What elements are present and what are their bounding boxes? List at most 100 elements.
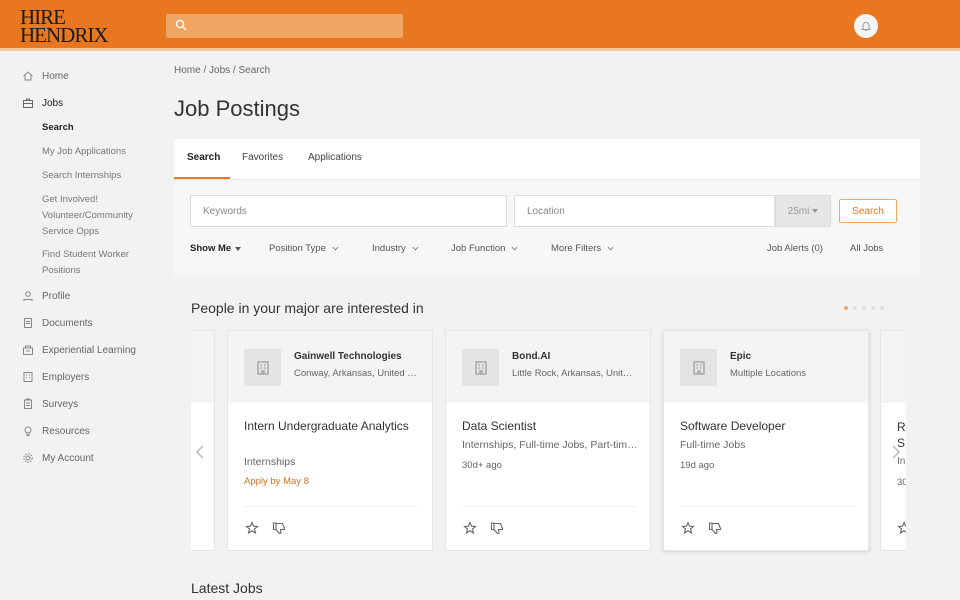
sidebar-item-label: Resources: [42, 425, 90, 437]
filter-label: Show Me: [190, 243, 232, 254]
filter-label: Position Type: [269, 243, 326, 254]
sidebar-item-label: Surveys: [42, 398, 79, 410]
location-input[interactable]: [514, 195, 775, 227]
sidebar-item-my-account[interactable]: My Account: [22, 449, 94, 467]
filter-job-function[interactable]: Job Function: [451, 243, 518, 254]
filter-show-me[interactable]: Show Me: [190, 243, 242, 254]
job-card[interactable]: Bond.AI Little Rock, Arkansas, United St…: [445, 330, 651, 551]
filter-label: Industry: [372, 243, 406, 254]
star-icon[interactable]: [897, 521, 906, 535]
global-search[interactable]: [166, 14, 403, 38]
employer-logo: [244, 349, 281, 386]
all-jobs-link[interactable]: All Jobs: [850, 243, 883, 254]
sidebar-item-label: Jobs: [42, 97, 64, 109]
search-button[interactable]: Search: [839, 199, 897, 223]
section-title: People in your major are interested in: [191, 300, 424, 316]
filter-area: 25mi Search Show Me Position Type Indust…: [174, 180, 920, 276]
carousel-pagination: [844, 306, 884, 310]
sidebar-item-label: Documents: [42, 317, 93, 329]
sidebar-item-profile[interactable]: Profile: [22, 287, 70, 305]
home-icon: [23, 71, 33, 81]
apply-deadline: Apply by May 8: [244, 476, 309, 487]
carousel-dot[interactable]: [880, 306, 884, 310]
sidebar-item-surveys[interactable]: Surveys: [22, 395, 78, 413]
sidebar-sub-volunteer[interactable]: Get Involved! Volunteer/Community Servic…: [42, 192, 152, 240]
tab-favorites[interactable]: Favorites: [242, 152, 283, 163]
filter-industry[interactable]: Industry: [372, 243, 419, 254]
radius-select[interactable]: 25mi: [775, 195, 831, 227]
employer-name[interactable]: Epic: [730, 351, 751, 362]
card-header: Bond.AI Little Rock, Arkansas, United St…: [446, 331, 650, 403]
posted-time: 30d+ ago: [462, 460, 502, 471]
job-alerts-link[interactable]: Job Alerts (0): [767, 243, 823, 254]
job-card[interactable]: Gainwell Technologies Conway, Arkansas, …: [227, 330, 433, 551]
sidebar-item-jobs[interactable]: Jobs: [22, 94, 63, 112]
employer-name[interactable]: Gainwell Technologies: [294, 351, 402, 362]
filter-position-type[interactable]: Position Type: [269, 243, 339, 254]
logo-line-2: HENDRIX: [20, 23, 109, 47]
star-icon[interactable]: [245, 521, 259, 535]
sidebar-sub-search[interactable]: Search: [42, 120, 152, 136]
caret-down-icon: [235, 246, 242, 251]
chevron-down-icon: [332, 246, 339, 251]
employer-location: Little Rock, Arkansas, United States: [512, 368, 636, 379]
thumbs-down-icon[interactable]: [272, 521, 286, 535]
carousel-dot[interactable]: [871, 306, 875, 310]
sidebar-sub-search-internships[interactable]: Search Internships: [42, 168, 152, 184]
partial-card-head: [191, 331, 214, 403]
search-icon: [175, 19, 187, 31]
chevron-down-icon: [607, 246, 614, 251]
sidebar-item-experiential-learning[interactable]: Experiential Learning: [22, 341, 136, 359]
carousel-dot[interactable]: [844, 306, 848, 310]
radius-value: 25mi: [787, 205, 810, 217]
global-search-input[interactable]: [192, 14, 397, 38]
sidebar-item-label: Experiential Learning: [42, 344, 136, 356]
filter-more-filters[interactable]: More Filters: [551, 243, 614, 254]
hire-hendrix-logo[interactable]: HIRE HENDRIX: [20, 7, 120, 47]
sidebar-item-label: Employers: [42, 371, 90, 383]
tab-search[interactable]: Search: [187, 152, 220, 163]
sidebar-item-home[interactable]: Home: [22, 67, 69, 85]
sidebar-item-employers[interactable]: Employers: [22, 368, 89, 386]
star-icon[interactable]: [463, 521, 477, 535]
job-title[interactable]: Software Developer: [680, 418, 856, 434]
breadcrumb[interactable]: Home / Jobs / Search: [174, 65, 270, 76]
sidebar-item-documents[interactable]: Documents: [22, 314, 93, 332]
partial-card-right: R S In 30: [880, 330, 906, 551]
employer-location: Multiple Locations: [730, 368, 807, 379]
job-card[interactable]: Epic Multiple Locations Software Develop…: [663, 330, 869, 551]
sidebar-sub-my-job-applications[interactable]: My Job Applications: [42, 144, 152, 160]
documents-icon: [24, 318, 32, 328]
carousel-dot[interactable]: [853, 306, 857, 310]
keywords-input[interactable]: [190, 195, 507, 227]
partial-card-left: [191, 330, 215, 551]
job-type: Internships: [244, 456, 296, 468]
job-title[interactable]: Intern Undergraduate Analytics: [244, 418, 420, 434]
carousel-prev-icon[interactable]: [194, 444, 206, 460]
carousel-next-icon[interactable]: [890, 444, 902, 460]
job-title[interactable]: Data Scientist: [462, 418, 638, 434]
employer-logo: [462, 349, 499, 386]
card-actions: [680, 506, 854, 546]
tab-applications[interactable]: Applications: [308, 152, 362, 163]
tab-bar: Search Favorites Applications: [174, 139, 920, 180]
card-actions: [244, 506, 418, 546]
sidebar-item-label: My Account: [42, 452, 94, 464]
sidebar-sub-student-worker[interactable]: Find Student Worker Positions: [42, 247, 152, 279]
thumbs-down-icon[interactable]: [490, 521, 504, 535]
carousel-dot[interactable]: [862, 306, 866, 310]
thumbs-down-icon[interactable]: [708, 521, 722, 535]
card-header: Gainwell Technologies Conway, Arkansas, …: [228, 331, 432, 403]
employer-name[interactable]: Bond.AI: [512, 351, 550, 362]
chevron-down-icon: [511, 246, 518, 251]
sidebar-item-resources[interactable]: Resources: [22, 422, 90, 440]
employer-logo: [680, 349, 717, 386]
resources-icon: [24, 426, 32, 436]
filter-label: Job Function: [451, 243, 506, 254]
notifications-button[interactable]: [854, 14, 878, 38]
star-icon[interactable]: [681, 521, 695, 535]
surveys-icon: [24, 398, 32, 409]
sidebar-item-label: Profile: [42, 290, 71, 302]
sidebar-item-label: Home: [42, 70, 69, 82]
caret-down-icon: [812, 209, 819, 213]
